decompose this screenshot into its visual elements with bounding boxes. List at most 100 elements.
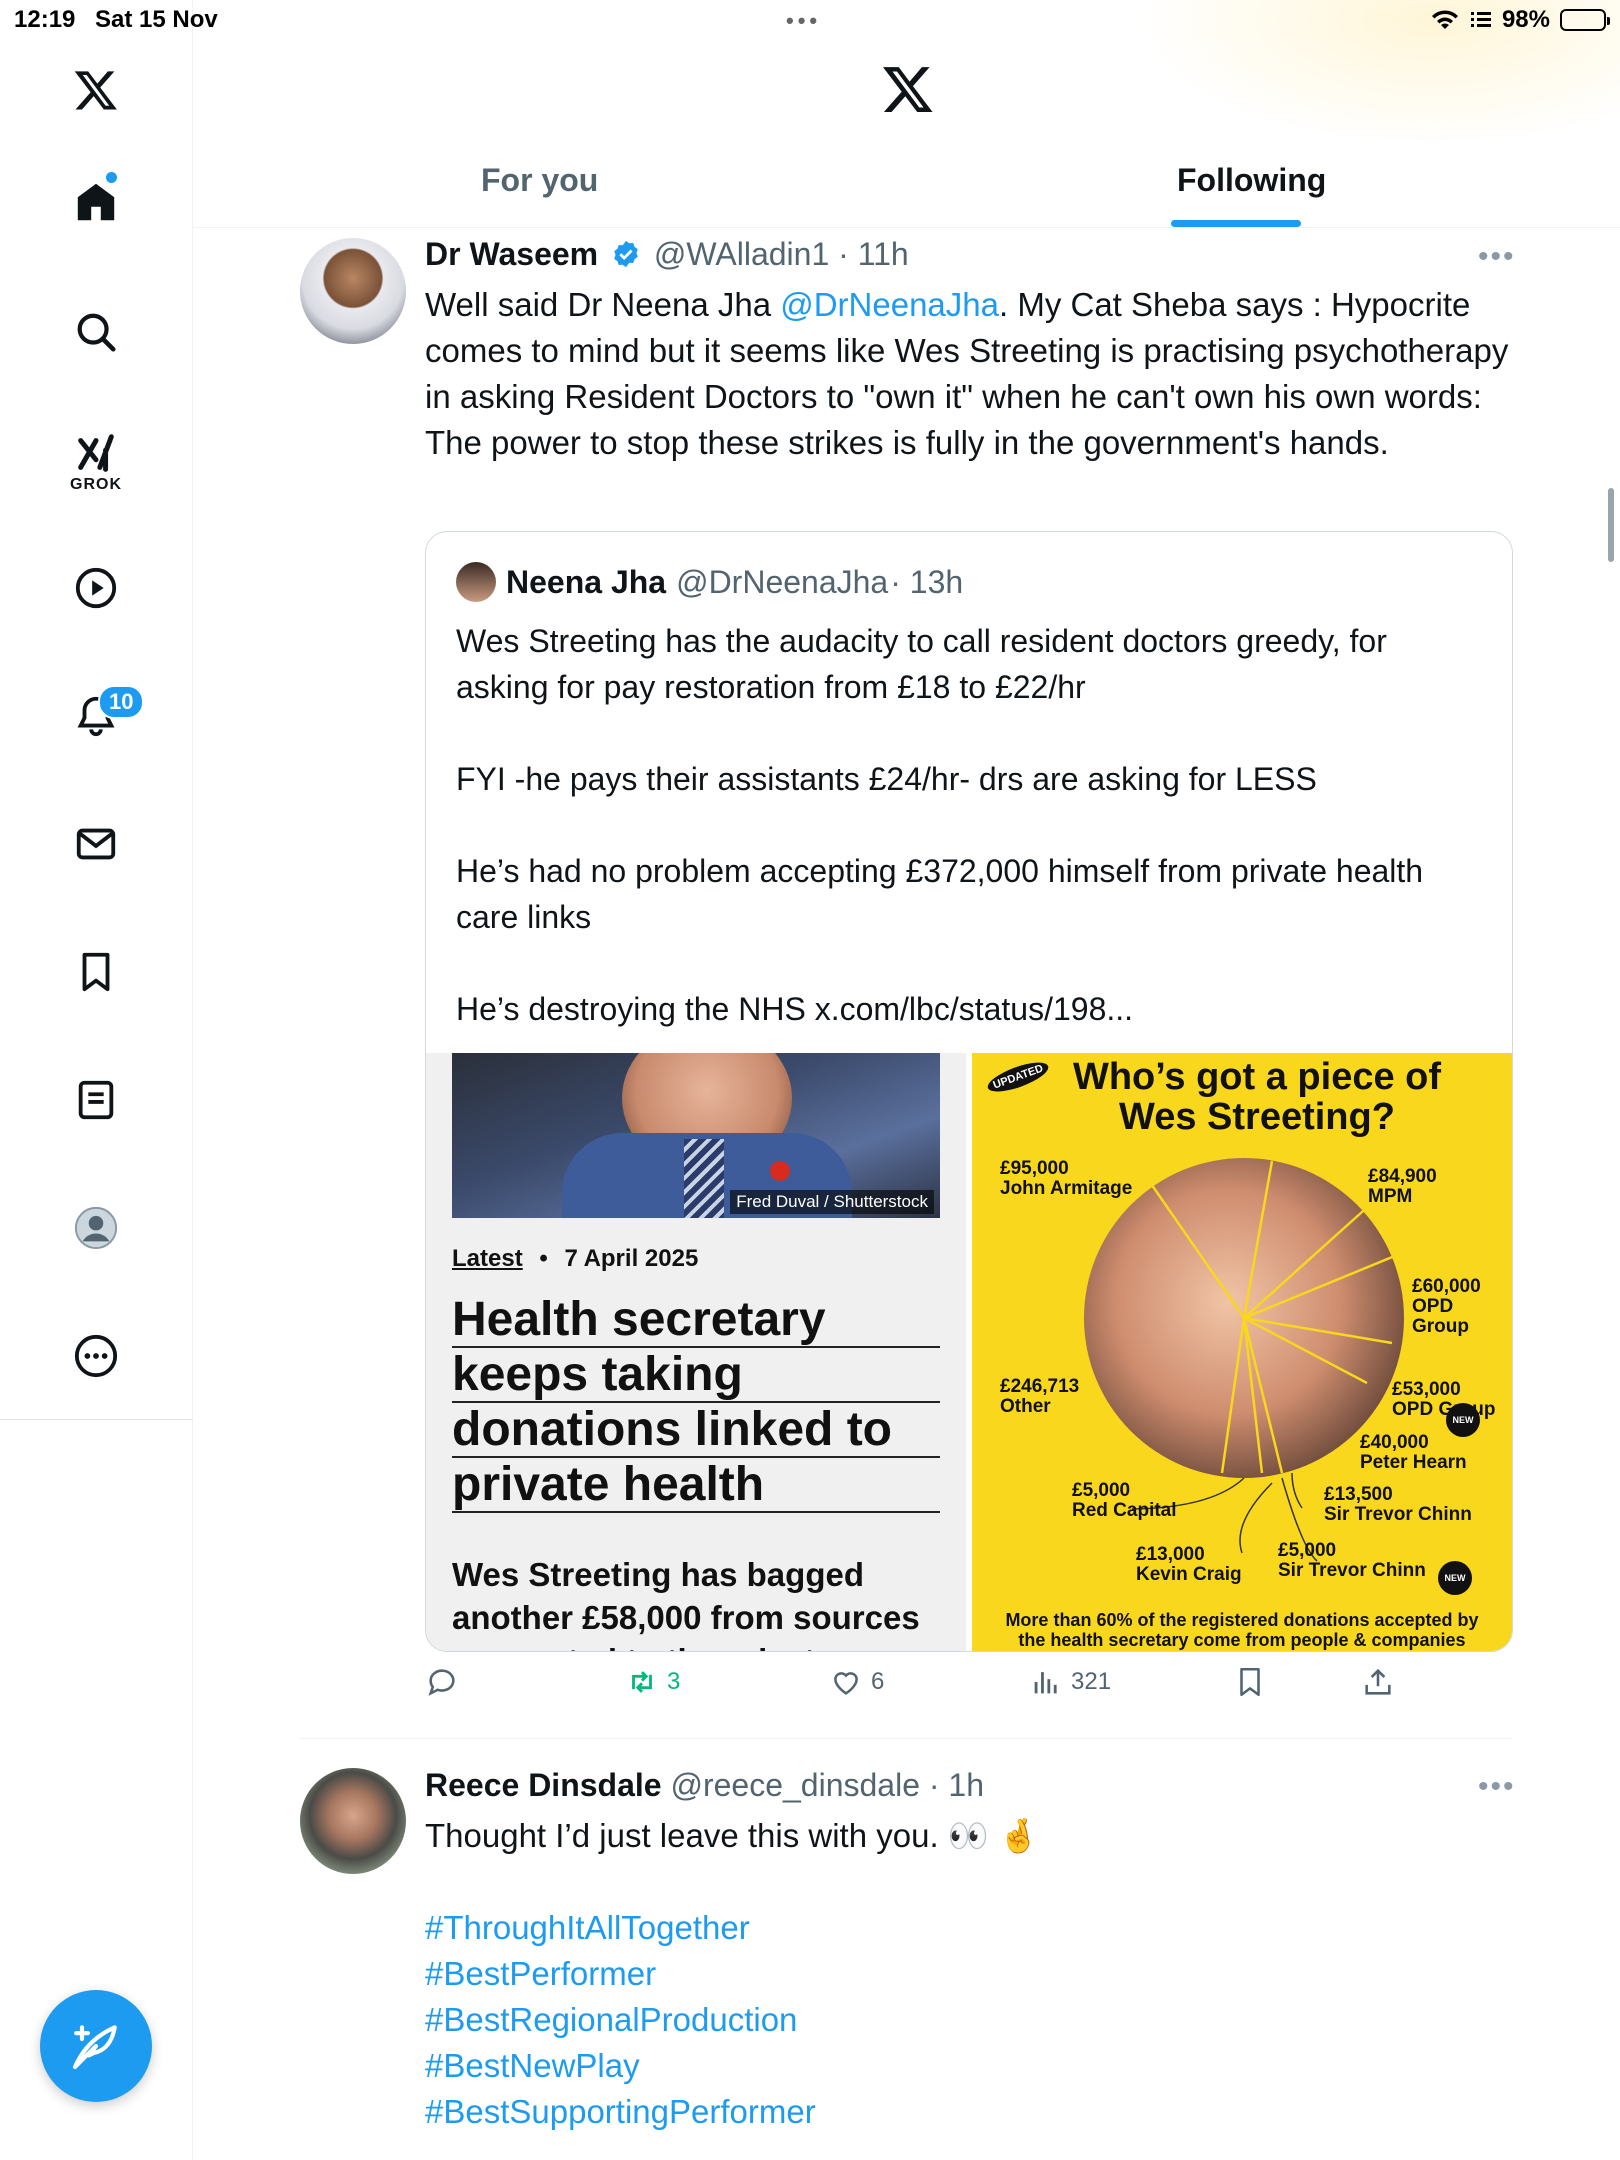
multitasking-dots-icon[interactable]: ••• [786, 8, 821, 34]
donation-donor: OPD Group [1412, 1296, 1469, 1337]
reply-icon [428, 1669, 455, 1696]
quote-text: Wes Streeting has the audacity to call r… [456, 618, 1486, 1078]
hashtag-link[interactable]: #BestNewPlay [425, 2043, 1515, 2089]
donation-donor: Peter Hearn [1360, 1452, 1467, 1473]
donation-label: £53,000 OPD Group [1392, 1380, 1495, 1420]
donation-label: £84,900 MPM [1368, 1167, 1437, 1207]
hashtag-link[interactable]: #BestPerformer [425, 1951, 1515, 1997]
sidebar-divider [0, 1419, 193, 1420]
donation-label: £5,000 Sir Trevor Chinn [1278, 1541, 1426, 1581]
quote-avatar [456, 562, 496, 602]
battery-icon [1560, 9, 1610, 31]
like-button[interactable]: 6 [829, 1665, 884, 1699]
quote-paragraph: FYI -he pays their assistants £24/hr- dr… [456, 761, 1317, 797]
search-icon[interactable] [66, 302, 126, 362]
orientation-lock-icon [1470, 12, 1491, 27]
hashtag-link[interactable]: #BestSupportingPerformer [425, 2089, 1515, 2135]
reply-button[interactable] [425, 1665, 459, 1699]
hashtag-link[interactable]: #BestRegionalProduction [425, 1997, 1515, 2043]
author-name[interactable]: Dr Waseem [425, 236, 598, 272]
active-tab-indicator [1171, 220, 1301, 227]
profile-icon[interactable] [66, 1198, 126, 1258]
views-button[interactable]: 321 [1029, 1665, 1111, 1699]
donation-amount: £5,000 [1072, 1480, 1131, 1501]
donation-lines [1131, 1160, 1403, 1562]
quote-media[interactable]: Fred Duval / Shutterstock Latest • 7 Apr… [426, 1053, 1512, 1651]
share-button[interactable] [1361, 1665, 1395, 1699]
donation-label: £13,000 Kevin Craig [1136, 1545, 1242, 1585]
article-subheading: Wes Streeting has bagged another £58,000… [452, 1556, 920, 1651]
verified-badge-icon [614, 240, 638, 268]
hashtag-list: #ThroughItAllTogether #BestPerformer #Be… [425, 1905, 1515, 2135]
headline-line: keeps taking [452, 1348, 940, 1403]
home-icon[interactable] [66, 172, 126, 232]
bookmark-icon [1240, 1667, 1260, 1697]
article-photo: Fred Duval / Shutterstock [452, 1053, 940, 1218]
avatar[interactable] [300, 238, 406, 344]
tab-following[interactable]: Following [1177, 162, 1326, 199]
status-right: 98% [1430, 6, 1610, 34]
headline-line: private health [452, 1458, 940, 1513]
article-image[interactable]: Fred Duval / Shutterstock Latest • 7 Apr… [426, 1053, 966, 1651]
x-header-logo-icon [881, 62, 935, 121]
donation-label: £246,713 Other [1000, 1377, 1079, 1417]
quote-header: Neena Jha @DrNeenaJha · 13h [456, 562, 963, 602]
headline-line: donations linked to [452, 1403, 940, 1458]
donation-donor: Kevin Craig [1136, 1564, 1242, 1585]
donation-amount: £60,000 [1412, 1276, 1481, 1297]
infographic-image[interactable]: UPDATED Who’s got a piece of Wes Streeti… [972, 1053, 1512, 1651]
heart-icon [834, 1672, 858, 1695]
author-name[interactable]: Reece Dinsdale [425, 1767, 662, 1803]
video-icon[interactable] [66, 558, 126, 618]
author-handle[interactable]: @WAlladin1 [654, 236, 829, 272]
retweet-button[interactable]: 3 [625, 1665, 680, 1699]
messages-icon[interactable] [66, 814, 126, 874]
status-time: 12:19 [14, 6, 76, 33]
author-handle[interactable]: @reece_dinsdale [670, 1767, 920, 1803]
article-category: Latest [452, 1245, 523, 1272]
donation-label: £13,500 Sir Trevor Chinn [1324, 1485, 1472, 1525]
quoted-tweet[interactable]: Neena Jha @DrNeenaJha · 13h Wes Streetin… [425, 531, 1513, 1652]
tweet-more-icon[interactable]: ••• [1478, 1770, 1516, 1804]
donation-amount: £95,000 [1000, 1158, 1069, 1179]
lists-icon[interactable] [66, 1070, 126, 1130]
donation-donor: Sir Trevor Chinn [1278, 1560, 1426, 1581]
compose-feather-icon [72, 2025, 117, 2070]
tweet-text: Thought I’d just leave this with you. 👀 … [425, 1817, 1040, 1854]
donation-donor: Sir Trevor Chinn [1324, 1504, 1472, 1525]
article-headline: Health secretary keeps taking donations … [452, 1293, 940, 1513]
quote-paragraph: He’s destroying the NHS x.com/lbc/status… [456, 991, 1134, 1027]
donation-donor: OPD Group [1392, 1399, 1496, 1420]
infographic-footer: More than 60% of the registered donation… [1005, 1610, 1479, 1651]
notifications-badge: 10 [98, 685, 145, 719]
new-tag: NEW [1438, 1561, 1472, 1595]
tab-for-you[interactable]: For you [481, 162, 598, 199]
scrollbar[interactable] [1608, 488, 1614, 562]
avatar[interactable] [300, 1768, 406, 1874]
bookmarks-icon[interactable] [66, 942, 126, 1002]
more-icon[interactable] [66, 1326, 126, 1386]
tweet-time[interactable]: · 11h [838, 236, 909, 272]
quote-author-name: Neena Jha [506, 563, 667, 600]
donation-donor: John Armitage [1000, 1178, 1133, 1199]
quote-paragraph: He’s had no problem accepting £372,000 h… [456, 853, 1424, 935]
donation-label: £5,000 Red Capital [1072, 1481, 1177, 1521]
article-meta: Latest • 7 April 2025 [452, 1245, 699, 1272]
donation-amount: £53,000 [1392, 1379, 1461, 1400]
tweet-more-icon[interactable]: ••• [1478, 240, 1516, 274]
grok-icon[interactable] [66, 424, 126, 484]
compose-button[interactable] [40, 1990, 152, 2102]
donation-amount: £40,000 [1360, 1432, 1429, 1453]
grok-label: GROK [70, 476, 122, 493]
hashtag-link[interactable]: #ThroughItAllTogether [425, 1905, 1515, 1951]
mention-link[interactable]: @DrNeenaJha [780, 286, 999, 323]
bookmark-button[interactable] [1233, 1665, 1267, 1699]
quote-time: · 13h [890, 563, 964, 600]
tweet-time[interactable]: · 1h [929, 1767, 984, 1803]
status-bar: 12:19 Sat 15 Nov ••• 98% [0, 0, 1620, 40]
donation-donor: Other [1000, 1396, 1051, 1417]
retweet-icon [632, 1671, 652, 1693]
home-unread-dot [106, 172, 117, 183]
x-logo-icon[interactable] [66, 60, 126, 120]
share-icon [1365, 1668, 1391, 1695]
